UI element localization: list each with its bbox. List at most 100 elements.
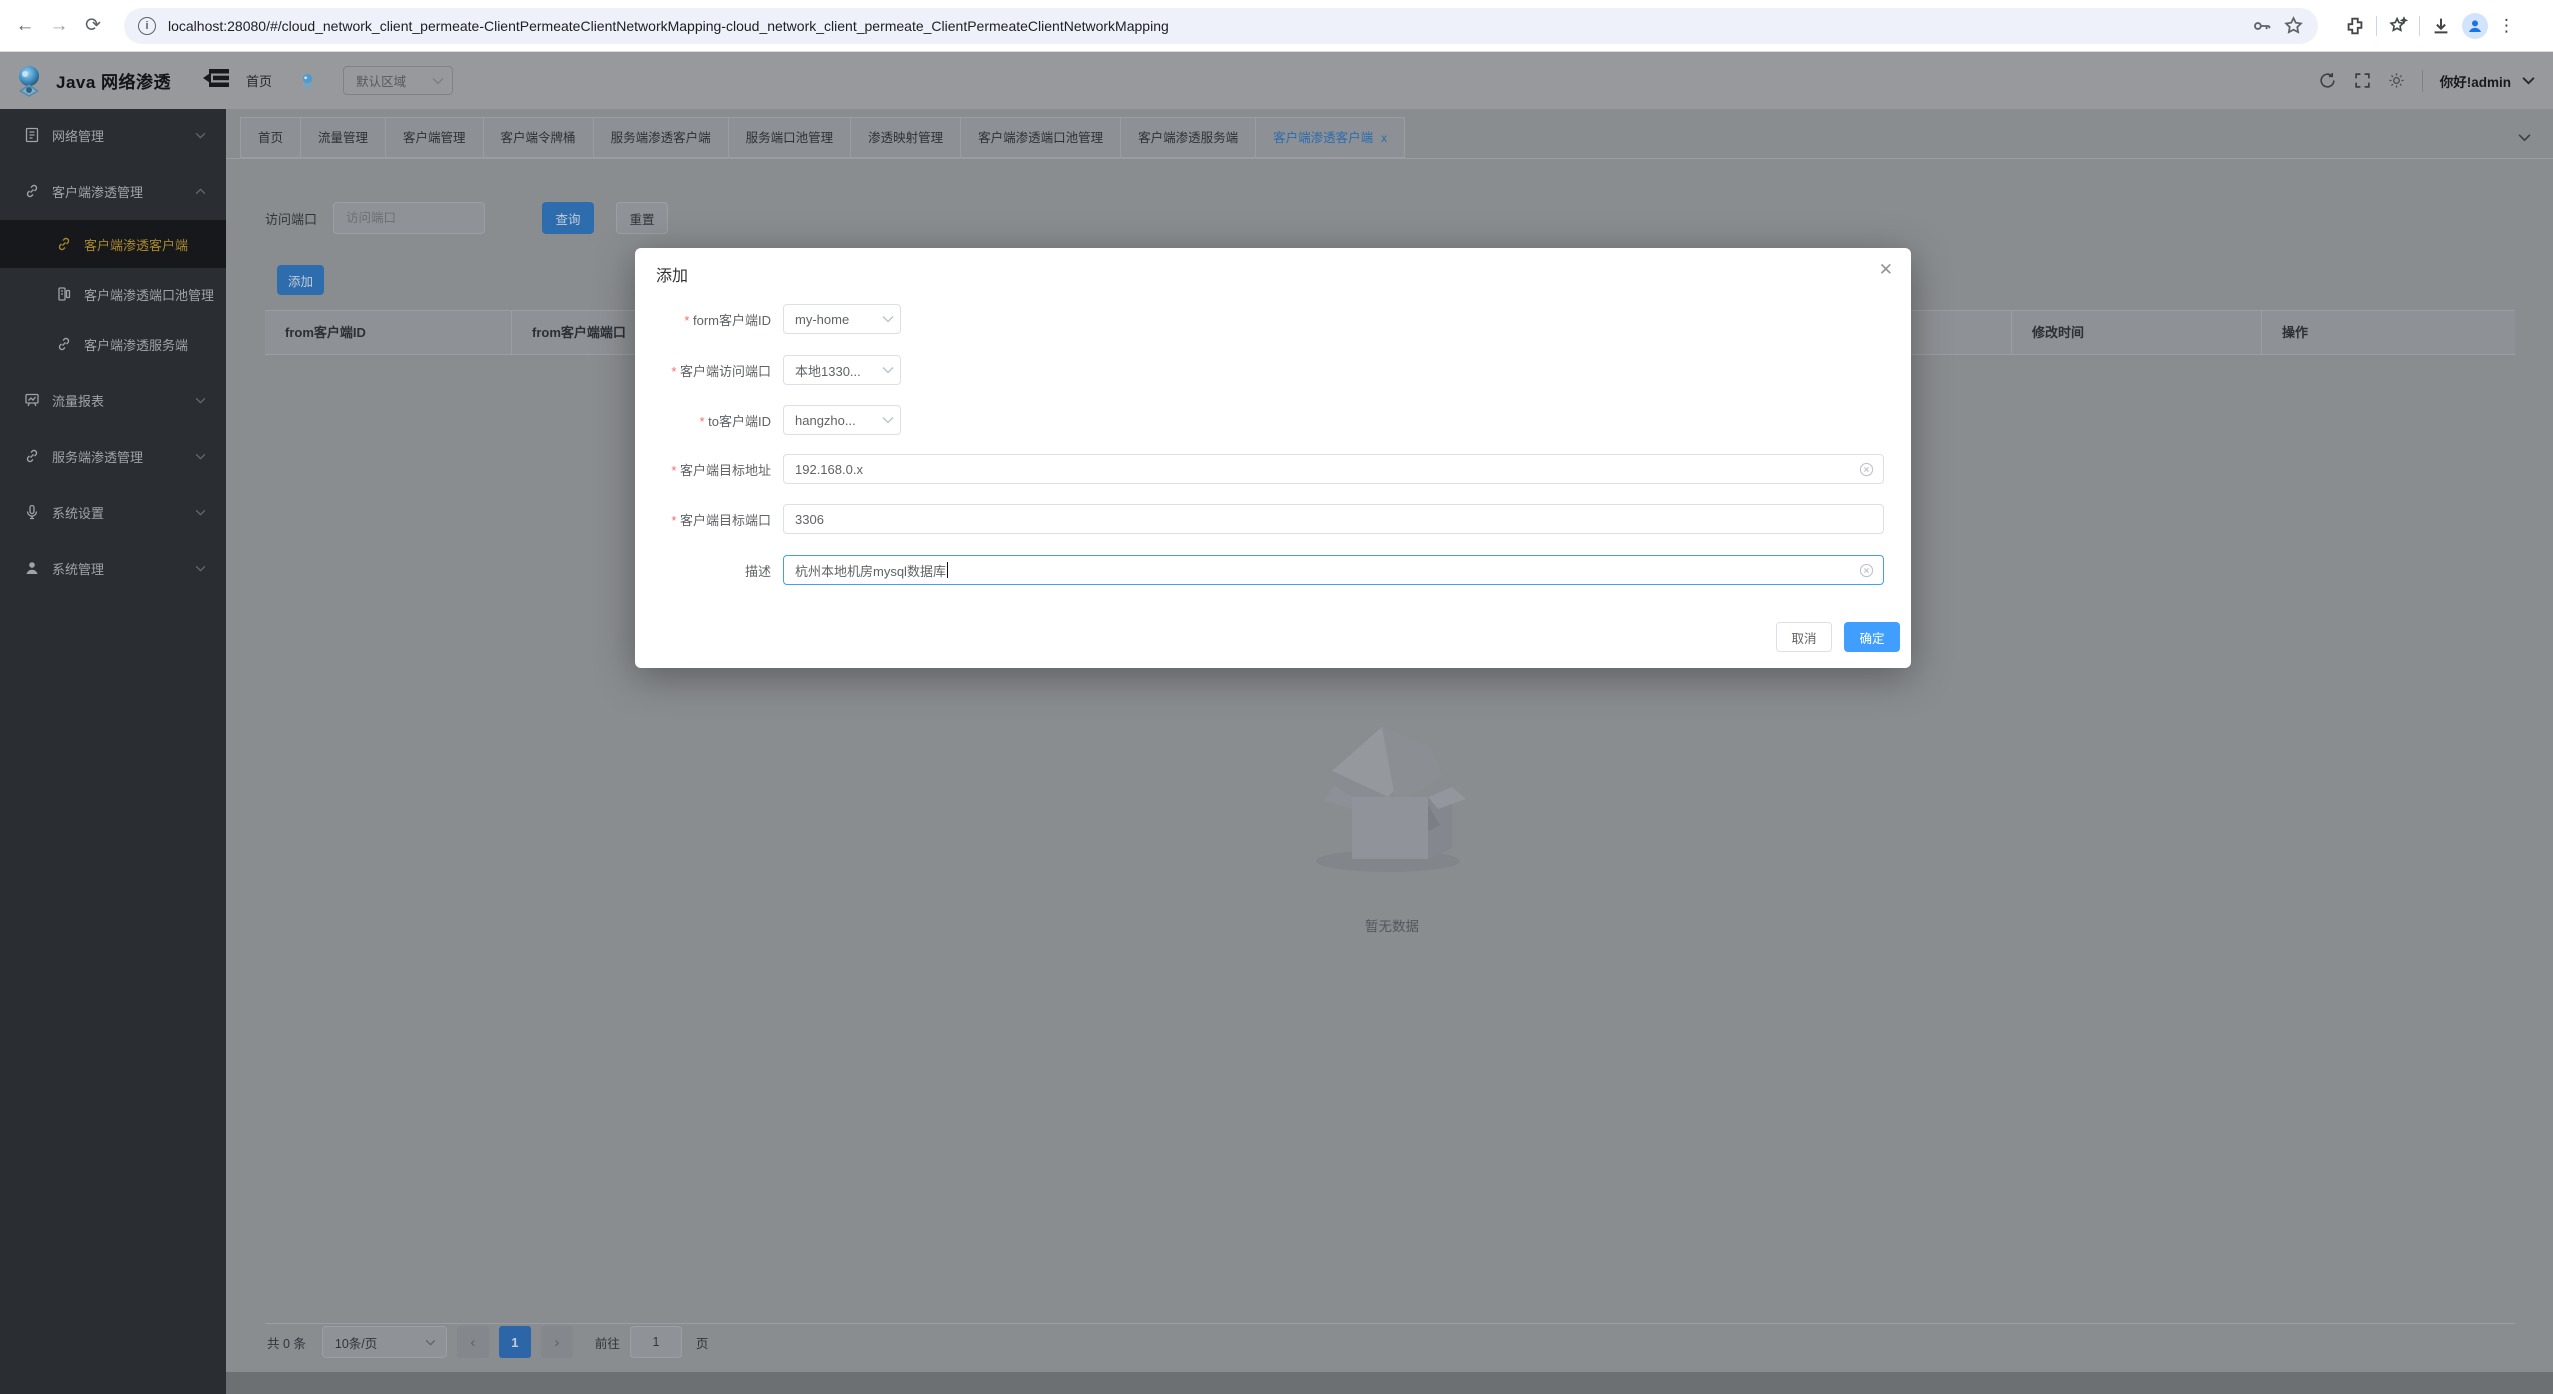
to-client-select[interactable]: hangzho... xyxy=(783,405,901,435)
chevron-down-icon xyxy=(195,453,206,460)
target-address-input[interactable]: 192.168.0.x xyxy=(783,454,1884,484)
region-select[interactable]: 默认区域 xyxy=(343,66,453,95)
user-icon xyxy=(24,560,40,576)
tab-home[interactable]: 首页 xyxy=(240,117,301,158)
sidebar-item-client-permeate-mgmt[interactable]: 客户端渗透管理 xyxy=(0,166,226,216)
pagination-goto-input[interactable] xyxy=(630,1326,682,1358)
filter-bar: 访问端口 查询 重置 xyxy=(265,202,668,234)
tab-client-permeate-client-active[interactable]: 客户端渗透客户端x xyxy=(1256,117,1405,158)
tab-bar: 首页 流量管理 客户端管理 客户端令牌桶 服务端渗透客户端 服务端口池管理 渗透… xyxy=(226,117,2553,159)
breadcrumb-robot-icon xyxy=(300,73,315,89)
document-icon xyxy=(24,127,40,143)
clear-input-icon[interactable] xyxy=(1859,563,1874,581)
page-size-select[interactable]: 10条/页 xyxy=(322,1326,447,1358)
link-icon xyxy=(24,448,40,464)
tabbar-chevron-down-icon[interactable] xyxy=(2518,129,2531,147)
add-button[interactable]: 添加 xyxy=(277,265,324,295)
tab-permeate-mapping-mgmt[interactable]: 渗透映射管理 xyxy=(851,117,961,158)
from-client-select[interactable]: my-home xyxy=(783,304,901,334)
sidebar-item-client-permeate-portpool[interactable]: 客户端渗透端口池管理 xyxy=(0,270,226,318)
tab-client-permeate-portpool-mgmt[interactable]: 客户端渗透端口池管理 xyxy=(961,117,1121,158)
chevron-down-icon xyxy=(882,366,894,374)
cancel-button[interactable]: 取消 xyxy=(1776,622,1832,652)
app-title: Java 网络渗透 xyxy=(56,68,171,93)
downloads-icon[interactable] xyxy=(2430,15,2452,37)
form-row-target-port: 客户端目标端口 3306 xyxy=(635,504,1911,534)
sidebar-item-server-permeate-mgmt[interactable]: 服务端渗透管理 xyxy=(0,430,226,482)
tab-client-token-bucket[interactable]: 客户端令牌桶 xyxy=(484,117,594,158)
description-input[interactable]: 杭州本地机房mysql数据库 xyxy=(783,555,1884,585)
link-icon xyxy=(56,236,72,252)
filter-label: 访问端口 xyxy=(265,209,317,228)
port-pool-icon xyxy=(56,286,72,302)
pagination-next-button[interactable]: › xyxy=(541,1326,573,1358)
dialog-close-icon[interactable]: ✕ xyxy=(1879,261,1893,278)
text-caret xyxy=(947,562,948,578)
field-label: to客户端ID xyxy=(635,411,783,430)
search-button[interactable]: 查询 xyxy=(542,202,594,234)
app-header: Java 网络渗透 首页 默认区域 你好!admin xyxy=(0,52,2553,109)
theme-sun-icon[interactable] xyxy=(2388,72,2405,89)
microphone-icon xyxy=(24,504,40,520)
browser-profile-avatar[interactable] xyxy=(2462,13,2488,39)
browser-menu-kebab-icon[interactable]: ⋮ xyxy=(2498,16,2515,36)
pagination-prev-button[interactable]: ‹ xyxy=(457,1326,489,1358)
chevron-down-icon xyxy=(195,132,206,139)
confirm-button[interactable]: 确定 xyxy=(1844,622,1900,652)
column-operation: 操作 xyxy=(2262,310,2515,355)
address-bar[interactable]: i localhost:28080/#/cloud_network_client… xyxy=(124,8,2318,44)
field-label: 客户端目标端口 xyxy=(635,510,783,529)
app-logo-icon xyxy=(13,64,45,98)
chevron-down-icon xyxy=(195,509,206,516)
tab-close-icon[interactable]: x xyxy=(1381,131,1387,145)
sidebar-item-client-permeate-server[interactable]: 客户端渗透服务端 xyxy=(0,320,226,368)
sidebar-collapse-icon[interactable] xyxy=(203,68,229,93)
extensions-puzzle-icon[interactable] xyxy=(2344,15,2366,37)
sidebar-item-system-mgmt[interactable]: 系统管理 xyxy=(0,542,226,594)
reset-button[interactable]: 重置 xyxy=(616,202,668,234)
user-menu-chevron-icon[interactable] xyxy=(2522,76,2535,85)
site-info-icon[interactable]: i xyxy=(138,17,156,35)
tab-client-permeate-server[interactable]: 客户端渗透服务端 xyxy=(1121,117,1256,158)
form-row-description: 描述 杭州本地机房mysql数据库 xyxy=(635,555,1911,585)
extension-star-badge-icon[interactable] xyxy=(2387,15,2409,37)
url-text[interactable]: localhost:28080/#/cloud_network_client_p… xyxy=(168,18,2243,34)
sidebar: 网络管理 客户端渗透管理 客户端渗透客户端 客户端渗透端口池管理 客户端渗透服务… xyxy=(0,109,226,1394)
clear-input-icon[interactable] xyxy=(1859,462,1874,480)
chart-board-icon xyxy=(24,392,40,408)
browser-back-icon[interactable]: ← xyxy=(8,9,42,43)
access-port-input[interactable] xyxy=(333,202,485,234)
tab-server-permeate-client[interactable]: 服务端渗透客户端 xyxy=(594,117,729,158)
form-row-access-port: 客户端访问端口 本地1330... xyxy=(635,355,1911,385)
pagination-goto-label: 前往 xyxy=(595,1333,620,1352)
breadcrumb-home[interactable]: 首页 xyxy=(246,71,272,90)
tab-client-mgmt[interactable]: 客户端管理 xyxy=(386,117,484,158)
toolbar-divider xyxy=(2376,16,2377,36)
target-port-input[interactable]: 3306 xyxy=(783,504,1884,534)
region-select-value: 默认区域 xyxy=(356,71,432,90)
chevron-down-icon xyxy=(882,315,894,323)
dialog-title: 添加 xyxy=(656,262,688,286)
add-dialog: 添加 ✕ form客户端ID my-home 客户端访问端口 本地1330...… xyxy=(635,248,1911,668)
field-label: 客户端访问端口 xyxy=(635,361,783,380)
browser-toolbar: ← → ⟳ i localhost:28080/#/cloud_network_… xyxy=(0,0,2553,52)
tab-server-portpool-mgmt[interactable]: 服务端口池管理 xyxy=(729,117,852,158)
user-greeting[interactable]: 你好!admin xyxy=(2440,71,2511,91)
sidebar-item-client-permeate-client[interactable]: 客户端渗透客户端 xyxy=(0,220,226,268)
sidebar-item-network-mgmt[interactable]: 网络管理 xyxy=(0,109,226,161)
window-bottom-strip xyxy=(226,1372,2553,1394)
tab-traffic-mgmt[interactable]: 流量管理 xyxy=(301,117,386,158)
column-from-client-id: from客户端ID xyxy=(265,310,512,355)
fullscreen-icon[interactable] xyxy=(2354,72,2371,89)
refresh-icon[interactable] xyxy=(2318,71,2337,90)
bookmark-star-icon[interactable] xyxy=(2283,15,2304,36)
pagination-page-1[interactable]: 1 xyxy=(499,1326,531,1358)
column-modified-time: 修改时间 xyxy=(2012,310,2262,355)
sidebar-item-system-settings[interactable]: 系统设置 xyxy=(0,486,226,538)
sidebar-item-traffic-report[interactable]: 流量报表 xyxy=(0,374,226,426)
password-key-icon[interactable] xyxy=(2251,15,2273,37)
browser-reload-icon[interactable]: ⟳ xyxy=(76,9,110,43)
form-row-from-client: form客户端ID my-home xyxy=(635,304,1911,334)
browser-forward-icon[interactable]: → xyxy=(42,9,76,43)
client-access-port-select[interactable]: 本地1330... xyxy=(783,355,901,385)
